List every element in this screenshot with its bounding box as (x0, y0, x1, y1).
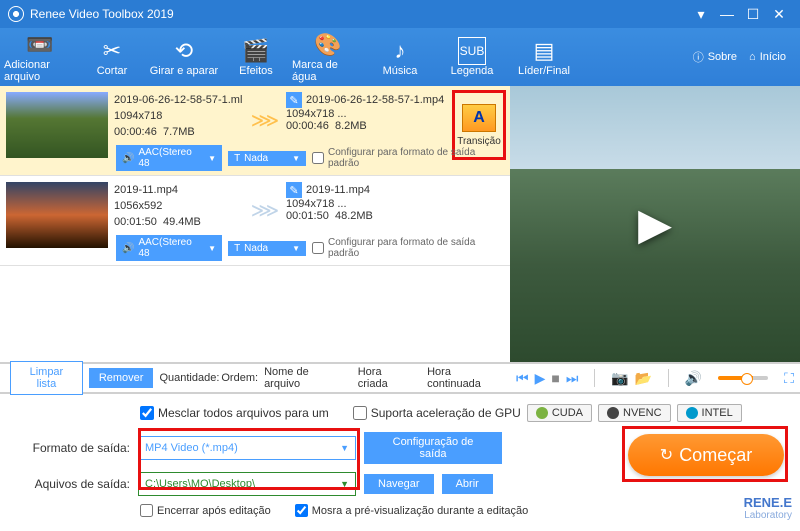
info-icon: ⓘ (693, 49, 704, 65)
snapshot-button[interactable]: 📷 (611, 370, 628, 387)
player-controls: ⏮ ▶ ■ ⏭ 📷 📂 🔊 ⛶ (510, 362, 800, 394)
quantity-label: Quantidade: (159, 372, 219, 384)
about-link[interactable]: ⓘSobre (693, 49, 737, 65)
open-button[interactable]: Abrir (442, 474, 493, 494)
play-button[interactable]: ▶ (535, 370, 546, 387)
stop-button[interactable]: ■ (551, 370, 559, 386)
add-file-button[interactable]: 📼Adicionar arquivo (4, 28, 76, 86)
output-config-button[interactable]: Configuração de saída (364, 432, 502, 464)
watermark-button[interactable]: 🎨Marca de água (292, 28, 364, 86)
subtitle-button[interactable]: SUBLegenda (436, 28, 508, 86)
subtitle-dropdown[interactable]: TNada▼ (228, 151, 306, 166)
intel-button[interactable]: INTEL (677, 404, 742, 422)
next-button[interactable]: ⏭ (566, 370, 579, 387)
clear-list-button[interactable]: Limpar lista (10, 361, 83, 395)
maximize-button[interactable]: ☐ (740, 6, 766, 23)
volume-icon[interactable]: 🔊 (685, 370, 702, 387)
scissors-icon: ✂ (98, 37, 126, 65)
cuda-button[interactable]: CUDA (527, 404, 592, 422)
titlebar: Renee Video Toolbox 2019 ▾ — ☐ ✕ (0, 0, 800, 28)
subtitle-dropdown[interactable]: TNada▼ (228, 241, 306, 256)
sort-by-name[interactable]: Nome de arquivo (264, 366, 340, 390)
prev-button[interactable]: ⏮ (516, 370, 529, 387)
volume-slider[interactable] (718, 376, 768, 380)
refresh-icon: ↻ (660, 445, 673, 465)
format-dropdown[interactable]: MP4 Video (*.mp4)▼ (138, 436, 356, 460)
intro-outro-button[interactable]: ▤Líder/Final (508, 28, 580, 86)
effects-button[interactable]: 🎬Efeitos (220, 28, 292, 86)
home-icon: ⌂ (749, 51, 756, 63)
format-label: Formato de saída: (12, 441, 130, 455)
edit-icon[interactable]: ✎ (286, 92, 302, 108)
subtitle-icon: SUB (458, 37, 486, 65)
browse-button[interactable]: Navegar (364, 474, 434, 494)
sort-by-created[interactable]: Hora criada (358, 366, 409, 390)
main-toolbar: 📼Adicionar arquivo ✂Cortar ⟲Girar e apar… (0, 28, 800, 86)
edit-icon[interactable]: ✎ (286, 182, 302, 198)
remove-button[interactable]: Remover (89, 368, 154, 388)
settings-icon[interactable]: ▾ (688, 6, 714, 23)
list-footer: Limpar lista Remover Quantidade: Ordem: … (0, 362, 510, 394)
open-folder-button[interactable]: 📂 (635, 370, 652, 387)
gpu-checkbox[interactable]: Suporta aceleração de GPU (353, 406, 521, 420)
nvenc-button[interactable]: NVENC (598, 404, 671, 422)
default-output-checkbox[interactable]: Configurar para formato de saída padrão (312, 237, 506, 259)
play-preview-button[interactable]: ▶ (638, 199, 672, 250)
rotate-icon: ⟲ (170, 37, 198, 65)
sort-by-duration[interactable]: Hora continuada (427, 366, 500, 390)
music-button[interactable]: ♪Música (364, 28, 436, 86)
close-button[interactable]: ✕ (766, 6, 792, 23)
brand-logo: RENE.E Laboratory (744, 497, 792, 521)
slate-icon: ▤ (530, 37, 558, 65)
merge-checkbox[interactable]: Mesclar todos arquivos para um (140, 406, 329, 420)
video-thumbnail (6, 182, 108, 248)
app-logo-icon (8, 6, 24, 22)
transition-icon: A (462, 104, 496, 132)
video-row[interactable]: 2019-06-26-12-58-57-1.ml 1094x718 00:00:… (0, 86, 510, 176)
toolbar-right: ⓘSobre ⌂Início (693, 49, 796, 65)
fullscreen-button[interactable]: ⛶ (784, 370, 794, 387)
path-label: Aquivos de saída: (12, 477, 130, 491)
effects-icon: 🎬 (242, 37, 270, 65)
video-thumbnail (6, 92, 108, 158)
output-path-dropdown[interactable]: C:\Users\MO\Desktop\▼ (138, 472, 356, 496)
preview-pane: ▶ (510, 86, 800, 362)
audio-dropdown[interactable]: 🔊AAC(Stereo 48▼ (116, 145, 222, 171)
rotate-crop-button[interactable]: ⟲Girar e aparar (148, 28, 220, 86)
home-link[interactable]: ⌂Início (749, 51, 786, 63)
cut-button[interactable]: ✂Cortar (76, 28, 148, 86)
shutdown-checkbox[interactable]: Encerrar após editação (140, 504, 271, 517)
default-output-checkbox[interactable]: Configurar para formato de saída padrão (312, 147, 506, 169)
audio-dropdown[interactable]: 🔊AAC(Stereo 48▼ (116, 235, 222, 261)
show-preview-checkbox[interactable]: Mosra a pré-visualização durante a edita… (295, 504, 528, 517)
film-icon: 📼 (26, 31, 54, 59)
output-panel: Mesclar todos arquivos para um Suporta a… (0, 394, 800, 525)
video-list: 2019-06-26-12-58-57-1.ml 1094x718 00:00:… (0, 86, 510, 362)
order-label: Ordem: (221, 372, 258, 384)
app-title: Renee Video Toolbox 2019 (30, 7, 688, 21)
start-button[interactable]: ↻Começar (628, 434, 784, 476)
video-row[interactable]: 2019-11.mp4 1056x592 00:01:50 49.4MB ⋙ ✎… (0, 176, 510, 266)
palette-icon: 🎨 (314, 31, 342, 59)
minimize-button[interactable]: — (714, 6, 740, 22)
music-icon: ♪ (386, 37, 414, 65)
